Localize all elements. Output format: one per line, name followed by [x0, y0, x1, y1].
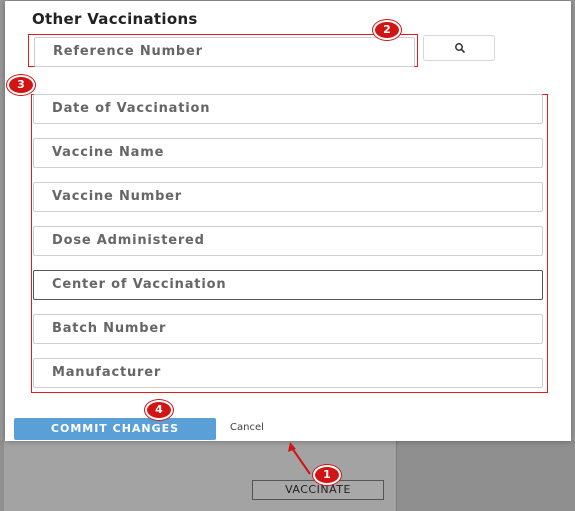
dose-administered-input[interactable]: Dose Administered [33, 226, 543, 256]
search-icon [455, 43, 466, 54]
annotation-badge-4: 4 [145, 400, 173, 420]
date-of-vaccination-input[interactable]: Date of Vaccination [33, 94, 543, 124]
reference-number-input[interactable]: Reference Number [34, 37, 415, 67]
batch-number-input[interactable]: Batch Number [33, 314, 543, 344]
annotation-badge-3: 3 [7, 75, 35, 95]
arrow-icon [288, 442, 311, 475]
vaccine-number-input[interactable]: Vaccine Number [33, 182, 543, 212]
cancel-link[interactable]: Cancel [230, 422, 264, 433]
commit-changes-button[interactable]: COMMIT CHANGES [14, 418, 216, 440]
search-button[interactable] [423, 35, 495, 61]
other-vaccinations-modal: Other Vaccinations Reference Number Date… [5, 1, 571, 441]
manufacturer-input[interactable]: Manufacturer [33, 358, 543, 388]
vaccine-name-input[interactable]: Vaccine Name [33, 138, 543, 168]
modal-title: Other Vaccinations [32, 10, 198, 28]
center-of-vaccination-input[interactable]: Center of Vaccination [33, 270, 543, 300]
annotation-badge-2: 2 [373, 20, 401, 40]
